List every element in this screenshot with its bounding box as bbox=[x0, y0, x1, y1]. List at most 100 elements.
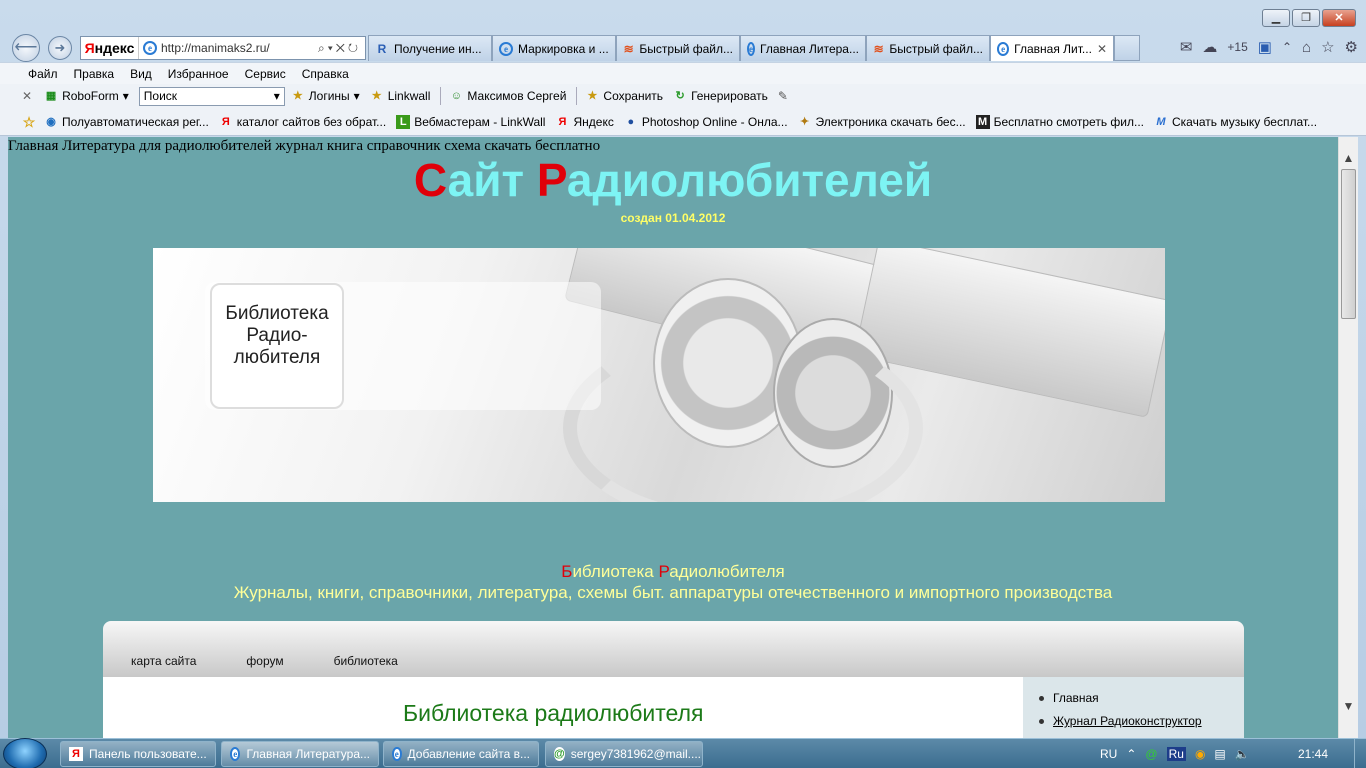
generate-icon: ↻ bbox=[675, 90, 685, 102]
scroll-up-icon[interactable]: ▲ bbox=[1339, 151, 1358, 165]
generate-label: Генерировать bbox=[691, 89, 768, 103]
tab-active[interactable]: e Главная Лит... ✕ bbox=[990, 35, 1114, 61]
favorites-star-icon[interactable]: ☆ bbox=[1321, 38, 1334, 56]
fav-item[interactable]: ● Photoshop Online - Онла... bbox=[624, 115, 788, 129]
pen-icon[interactable]: ✎ bbox=[778, 89, 788, 103]
sidebar-item-home[interactable]: Главная bbox=[1039, 691, 1244, 705]
favorites-icon[interactable]: ☆ bbox=[22, 115, 36, 129]
fav-item[interactable]: ✦ Электроника скачать бес... bbox=[798, 115, 966, 129]
roboform-button[interactable]: ▦ RoboForm ▾ bbox=[44, 89, 129, 103]
close-button[interactable]: ✕ bbox=[1322, 9, 1356, 27]
agent-tray-icon[interactable]: @ bbox=[1145, 747, 1157, 761]
fav-item[interactable]: ◉ Полуавтоматическая рег... bbox=[44, 115, 209, 129]
toolbar-divider bbox=[440, 87, 442, 105]
user-button[interactable]: ☺ Максимов Сергей bbox=[449, 89, 567, 103]
linkwall-button[interactable]: ★ Linkwall bbox=[370, 89, 431, 103]
browser-tray-icon[interactable]: ◉ bbox=[1195, 747, 1205, 761]
mail-icon[interactable]: ✉ bbox=[1180, 38, 1193, 56]
nav-sitemap-link[interactable]: карта сайта bbox=[131, 654, 196, 668]
menu-bar: Файл Правка Вид Избранное Сервис Справка bbox=[0, 62, 1366, 84]
dropdown-icon: ▾ bbox=[122, 89, 129, 103]
taskbar-item-add-site[interactable]: e Добавление сайта в... bbox=[383, 741, 539, 767]
save-button[interactable]: ★ Сохранить bbox=[585, 89, 663, 103]
ie-icon: e bbox=[997, 41, 1010, 56]
fav-item[interactable]: M Бесплатно смотреть фил... bbox=[975, 114, 1144, 129]
taskbar-item-panel[interactable]: Я Панель пользовате... bbox=[60, 741, 216, 767]
start-button[interactable] bbox=[3, 738, 47, 768]
tab-2[interactable]: e Маркировка и ... bbox=[492, 35, 616, 61]
vertical-scrollbar[interactable]: ▲ ▼ bbox=[1338, 137, 1358, 738]
device-tray-icon[interactable]: ▤ bbox=[1214, 747, 1225, 761]
url-text[interactable]: http://manimaks2.ru/ bbox=[161, 41, 318, 55]
new-tab-button[interactable] bbox=[1114, 35, 1140, 61]
taskbar-item-ie[interactable]: e Главная Литература... bbox=[221, 741, 379, 767]
bullet-icon bbox=[1039, 695, 1044, 701]
address-bar[interactable]: Яндекс e http://manimaks2.ru/ ⌕▾✕↻ bbox=[80, 36, 366, 60]
extension-icon[interactable]: ▣ bbox=[1258, 38, 1272, 56]
save-label: Сохранить bbox=[603, 89, 664, 103]
fav-item[interactable]: Я Яндекс bbox=[555, 115, 614, 129]
fav-item[interactable]: L Вебмастерам - LinkWall bbox=[396, 114, 545, 129]
minimize-button[interactable]: ▁ bbox=[1262, 9, 1290, 27]
menu-file[interactable]: Файл bbox=[28, 67, 58, 81]
navigation-row: ⟵ ➜ Яндекс e http://manimaks2.ru/ ⌕▾✕↻ R… bbox=[0, 34, 1366, 62]
main-content: Библиотека радиолюбителя bbox=[103, 677, 1023, 738]
taskbar-label: Панель пользовате... bbox=[89, 747, 207, 761]
weather-temp: +15 bbox=[1227, 40, 1248, 54]
bullet-icon bbox=[1039, 718, 1044, 724]
close-toolbar-icon[interactable]: ✕ bbox=[22, 89, 32, 103]
expand-tray-icon[interactable]: ⌃ bbox=[1126, 747, 1136, 761]
tab-5[interactable]: ≋ Быстрый файл... bbox=[866, 35, 990, 61]
home-icon[interactable]: ⌂ bbox=[1302, 39, 1311, 56]
dropdown-icon: ▾ bbox=[353, 89, 360, 103]
created-date: создан 01.04.2012 bbox=[620, 211, 726, 225]
back-button[interactable]: ⟵ bbox=[12, 34, 40, 62]
logins-button[interactable]: ★ Логины ▾ bbox=[291, 89, 360, 103]
tab-1[interactable]: R Получение ин... bbox=[368, 35, 492, 61]
page-heading: Библиотека радиолюбителя bbox=[403, 700, 704, 726]
forward-button[interactable]: ➜ bbox=[48, 36, 72, 60]
ie-icon: e bbox=[230, 747, 241, 761]
menu-favorites[interactable]: Избранное bbox=[168, 67, 229, 81]
sidebar: Главная Журнал Радиоконструктор bbox=[1023, 677, 1244, 738]
menu-view[interactable]: Вид bbox=[130, 67, 152, 81]
show-desktop-button[interactable] bbox=[1354, 739, 1366, 768]
scroll-down-icon[interactable]: ▼ bbox=[1339, 699, 1358, 713]
volume-icon[interactable]: 🔈 bbox=[1235, 747, 1250, 761]
fav-label: Бесплатно смотреть фил... bbox=[993, 114, 1144, 129]
menu-help[interactable]: Справка bbox=[302, 67, 349, 81]
globe-icon: ● bbox=[627, 115, 635, 128]
address-actions-icon[interactable]: ⌕▾✕↻ bbox=[318, 41, 361, 56]
banner-label: Библиотека Радио- любителя bbox=[210, 283, 344, 409]
taskbar-item-mail[interactable]: @ sergey7381962@mail.... bbox=[545, 741, 703, 767]
clock[interactable]: 21:44 bbox=[1298, 747, 1328, 761]
chevron-up-icon[interactable]: ⌃ bbox=[1282, 40, 1292, 54]
weather-icon[interactable]: ☁ bbox=[1202, 38, 1217, 56]
maximize-button[interactable]: ❐ bbox=[1292, 9, 1320, 27]
taskbar-label: sergey7381962@mail.... bbox=[570, 747, 701, 761]
tab-4[interactable]: e Главная Литера... bbox=[740, 35, 866, 61]
nav-forum-link[interactable]: форум bbox=[246, 654, 283, 668]
tab-3[interactable]: ≋ Быстрый файл... bbox=[616, 35, 740, 61]
generate-button[interactable]: ↻ Генерировать bbox=[673, 89, 768, 103]
menu-tools[interactable]: Сервис bbox=[245, 67, 286, 81]
user-icon: ☺ bbox=[450, 90, 462, 102]
sidebar-label: Главная bbox=[1053, 691, 1099, 705]
nav-library-link[interactable]: библиотека bbox=[334, 654, 398, 668]
settings-gear-icon[interactable]: ⚙ bbox=[1345, 38, 1358, 56]
chevron-down-icon[interactable]: ▾ bbox=[274, 89, 280, 103]
fav-item[interactable]: Якаталог сайтов без обрат... bbox=[219, 115, 386, 129]
sidebar-label: Журнал Радиоконструктор bbox=[1053, 714, 1202, 728]
fav-item[interactable]: M Скачать музыку бесплат... bbox=[1154, 115, 1317, 129]
ru-tray-icon[interactable]: Ru bbox=[1166, 747, 1186, 761]
fav-label: каталог сайтов без обрат... bbox=[236, 114, 387, 129]
menu-edit[interactable]: Правка bbox=[74, 67, 115, 81]
scroll-thumb[interactable] bbox=[1341, 169, 1356, 319]
toolbar-divider bbox=[576, 87, 578, 105]
banner-image: Библиотека Радио- любителя bbox=[153, 248, 1165, 502]
sidebar-item-journal[interactable]: Журнал Радиоконструктор bbox=[1039, 714, 1244, 728]
close-tab-icon[interactable]: ✕ bbox=[1097, 42, 1107, 56]
language-indicator[interactable]: RU bbox=[1100, 747, 1117, 761]
search-input[interactable]: Поиск ▾ bbox=[138, 86, 285, 106]
linkwall-icon: ★ bbox=[371, 90, 382, 102]
